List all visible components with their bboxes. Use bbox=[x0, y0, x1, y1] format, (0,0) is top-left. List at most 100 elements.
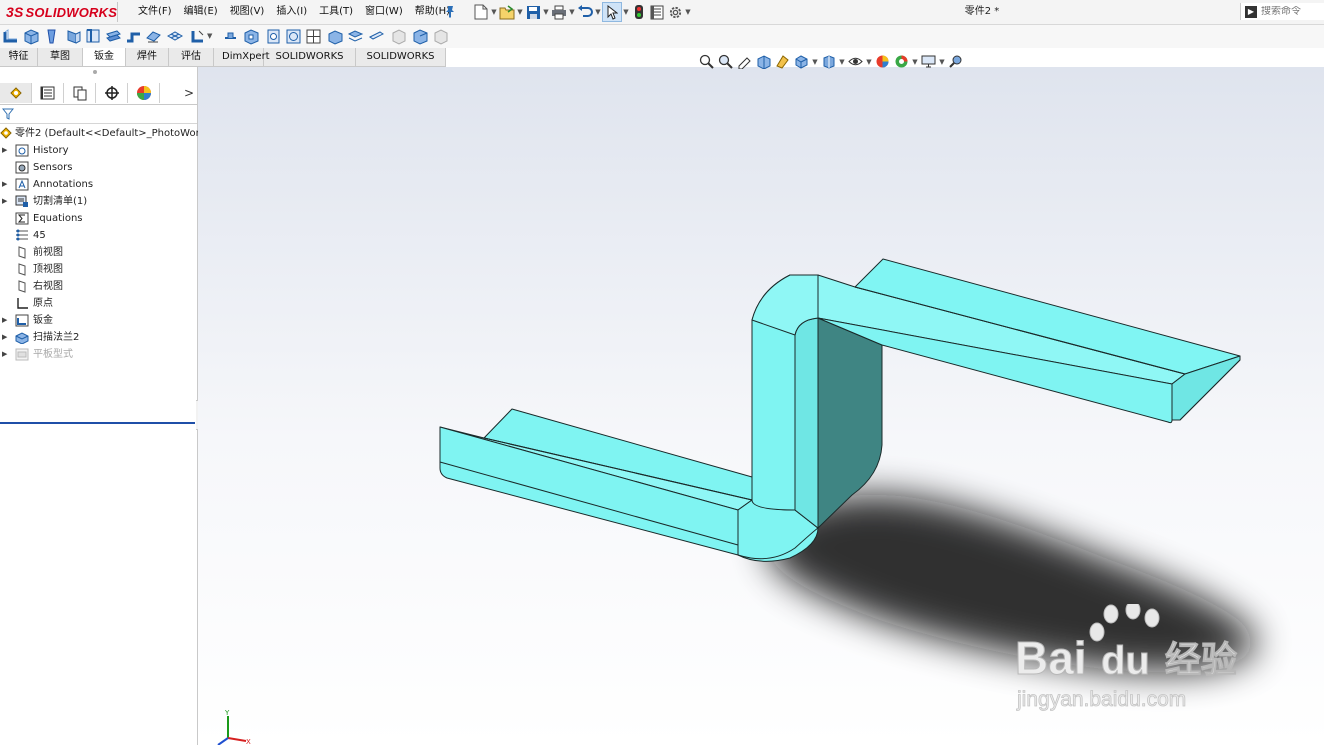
tree-item-swept-flange[interactable]: ▶ 扫描法兰2 bbox=[0, 329, 197, 346]
file-properties-icon[interactable] bbox=[648, 3, 666, 21]
filter-funnel-icon[interactable] bbox=[2, 108, 14, 120]
tree-item-flat-pattern[interactable]: ▶ 平板型式 bbox=[0, 346, 197, 363]
tab-configuration-manager[interactable] bbox=[64, 83, 96, 103]
hem-icon[interactable] bbox=[105, 28, 122, 45]
tree-item-sheet-metal[interactable]: ▶ 钣金 bbox=[0, 312, 197, 329]
tree-item-sensors[interactable]: Sensors bbox=[0, 159, 197, 176]
cross-break-icon[interactable] bbox=[166, 28, 183, 45]
fold-icon[interactable] bbox=[327, 28, 344, 45]
select-pointer-icon[interactable] bbox=[602, 2, 622, 22]
tab-display-manager[interactable] bbox=[128, 83, 160, 103]
tree-item-history[interactable]: ▶ History bbox=[0, 142, 197, 159]
open-folder-icon[interactable] bbox=[498, 3, 516, 21]
view-orientation-dropdown-arrow[interactable]: ▼ bbox=[811, 58, 819, 66]
dynamic-annotation-views-icon[interactable] bbox=[773, 54, 792, 70]
simple-hole-icon[interactable] bbox=[265, 28, 282, 45]
menu-view[interactable]: 视图(V) bbox=[224, 0, 271, 24]
tab-dimxpert[interactable]: DimXpert bbox=[214, 48, 270, 66]
jog-icon[interactable] bbox=[125, 28, 142, 45]
apply-scene-dropdown-arrow[interactable]: ▼ bbox=[911, 58, 919, 66]
unfold-icon[interactable] bbox=[305, 28, 322, 45]
expand-arrow-icon[interactable]: ▶ bbox=[2, 312, 10, 329]
search-command-icon[interactable]: ▶ bbox=[1245, 5, 1257, 18]
section-view-icon[interactable] bbox=[754, 54, 773, 70]
tab-property-manager[interactable] bbox=[32, 83, 64, 103]
tree-item-annotations[interactable]: ▶ Annotations bbox=[0, 176, 197, 193]
corners-icon[interactable] bbox=[190, 28, 207, 45]
apply-scene-icon[interactable] bbox=[892, 54, 911, 70]
options-dropdown-arrow[interactable]: ▼ bbox=[684, 8, 692, 16]
expand-arrow-icon[interactable]: ▶ bbox=[2, 142, 10, 159]
pin-menu-icon[interactable] bbox=[444, 5, 456, 19]
no-bends-icon[interactable] bbox=[368, 28, 385, 45]
undo-dropdown-arrow[interactable]: ▼ bbox=[594, 8, 602, 16]
tree-item-origin[interactable]: 原点 bbox=[0, 295, 197, 312]
print-icon[interactable] bbox=[550, 3, 568, 21]
solidworks-logo[interactable]: 3S SOLID WORKS bbox=[6, 2, 117, 22]
view-settings-monitor-icon[interactable] bbox=[919, 54, 938, 70]
tree-item-equations[interactable]: Equations bbox=[0, 210, 197, 227]
menu-tools[interactable]: 工具(T) bbox=[313, 0, 359, 24]
search-input[interactable] bbox=[1261, 6, 1321, 17]
hide-show-dropdown-arrow[interactable]: ▼ bbox=[865, 58, 873, 66]
save-dropdown-arrow[interactable]: ▼ bbox=[542, 8, 550, 16]
undo-icon[interactable] bbox=[576, 3, 594, 21]
corners-dropdown-arrow[interactable]: ▼ bbox=[207, 28, 215, 45]
lofted-bend-icon[interactable] bbox=[43, 28, 60, 45]
menu-edit[interactable]: 编辑(E) bbox=[178, 0, 224, 24]
print-dropdown-arrow[interactable]: ▼ bbox=[568, 8, 576, 16]
edit-appearance-icon[interactable] bbox=[873, 54, 892, 70]
pane-grip-dot[interactable] bbox=[93, 70, 97, 74]
sketched-bend-icon[interactable] bbox=[145, 28, 162, 45]
tree-item-cut-list[interactable]: ▶ 切割清单(1) bbox=[0, 193, 197, 210]
tab-dimxpert-manager[interactable] bbox=[96, 83, 128, 103]
select-dropdown-arrow[interactable]: ▼ bbox=[622, 8, 630, 16]
view-settings-dropdown-arrow[interactable]: ▼ bbox=[938, 58, 946, 66]
previous-view-icon[interactable] bbox=[735, 54, 754, 70]
zoom-to-fit-icon[interactable] bbox=[697, 54, 716, 70]
tab-feature-manager[interactable] bbox=[0, 83, 32, 103]
rollback-bar[interactable] bbox=[0, 422, 195, 424]
new-dropdown-arrow[interactable]: ▼ bbox=[490, 8, 498, 16]
tab-sketch[interactable]: 草图 bbox=[38, 48, 83, 66]
display-style-dropdown-arrow[interactable]: ▼ bbox=[838, 58, 846, 66]
menu-window[interactable]: 窗口(W) bbox=[359, 0, 409, 24]
manager-tabs-more-chevron-icon[interactable]: > bbox=[181, 83, 197, 103]
view-orientation-icon[interactable] bbox=[792, 54, 811, 70]
tab-features[interactable]: 特征 bbox=[0, 48, 38, 66]
hide-show-items-icon[interactable] bbox=[846, 54, 865, 70]
display-style-icon[interactable] bbox=[819, 54, 838, 70]
forming-tool-icon[interactable] bbox=[222, 28, 239, 45]
expand-arrow-icon[interactable]: ▶ bbox=[2, 193, 10, 210]
miter-flange-icon[interactable] bbox=[85, 28, 102, 45]
sheet-metal-disabled-icon[interactable] bbox=[432, 28, 449, 45]
menu-file[interactable]: 文件(F) bbox=[132, 0, 178, 24]
tab-solidworks-mbd[interactable]: SOLIDWORKS MBD bbox=[356, 48, 446, 80]
zoom-to-area-icon[interactable] bbox=[716, 54, 735, 70]
rebuild-icon[interactable] bbox=[630, 3, 648, 21]
expand-arrow-icon[interactable]: ▶ bbox=[2, 176, 10, 193]
tree-item-front-plane[interactable]: 前视图 bbox=[0, 244, 197, 261]
tree-item-right-plane[interactable]: 右视图 bbox=[0, 278, 197, 295]
menu-insert[interactable]: 插入(I) bbox=[270, 0, 313, 24]
extruded-cut-icon[interactable] bbox=[243, 28, 260, 45]
tree-filter-row[interactable] bbox=[0, 106, 197, 124]
save-icon[interactable] bbox=[524, 3, 542, 21]
insert-bends-icon[interactable] bbox=[412, 28, 429, 45]
rip-icon[interactable] bbox=[390, 28, 407, 45]
vent-icon[interactable] bbox=[285, 28, 302, 45]
base-flange-icon[interactable] bbox=[3, 28, 20, 45]
options-gear-icon[interactable] bbox=[666, 3, 684, 21]
expand-arrow-icon[interactable]: ▶ bbox=[2, 346, 10, 363]
expand-arrow-icon[interactable]: ▶ bbox=[2, 329, 10, 346]
search-commands-box[interactable]: ▶ bbox=[1240, 3, 1324, 20]
tree-item-material[interactable]: 45 bbox=[0, 227, 197, 244]
tree-root-part[interactable]: 零件2 (Default<<Default>_PhotoWorks bbox=[0, 125, 211, 142]
tab-sheet-metal[interactable]: 钣金 bbox=[83, 48, 126, 66]
tab-solidworks-addins[interactable]: SOLIDWORKS 插件 bbox=[264, 48, 356, 80]
flatten-icon[interactable] bbox=[347, 28, 364, 45]
edge-flange-icon[interactable] bbox=[65, 28, 82, 45]
new-document-icon[interactable] bbox=[472, 3, 490, 21]
convert-to-sheet-metal-icon[interactable] bbox=[23, 28, 40, 45]
tree-item-top-plane[interactable]: 顶视图 bbox=[0, 261, 197, 278]
